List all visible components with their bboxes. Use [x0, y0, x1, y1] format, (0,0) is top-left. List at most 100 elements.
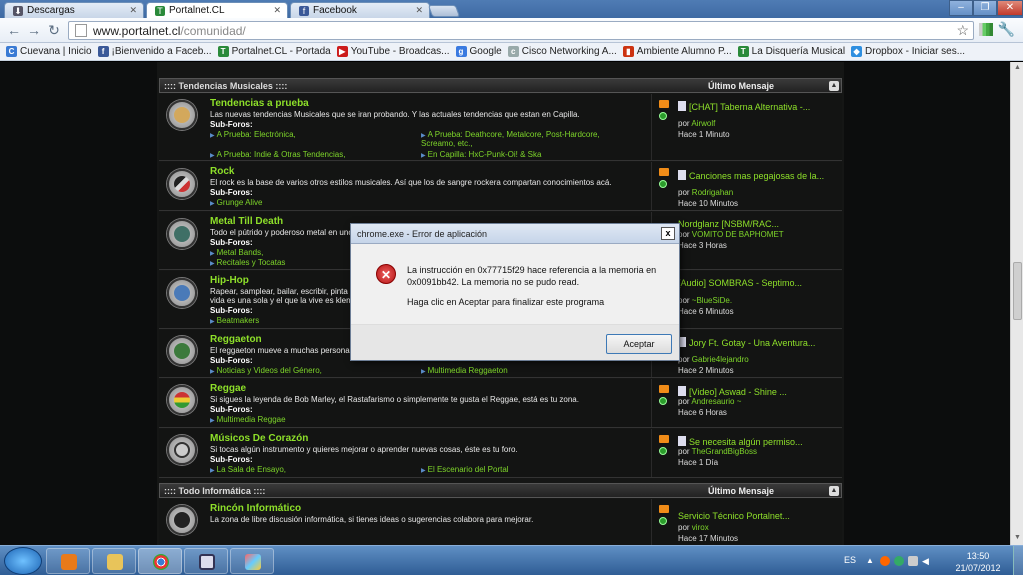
taskbar-paint[interactable] — [230, 548, 274, 574]
bookmark-item[interactable]: ▮ Ambiente Alumno P... — [622, 46, 732, 57]
subforum-link[interactable]: Noticias y Videos del Género, — [210, 366, 322, 375]
accept-button[interactable]: Aceptar — [606, 334, 672, 354]
bookmark-item[interactable]: T Portalnet.CL - Portada — [217, 46, 331, 57]
vertical-scrollbar[interactable]: ▲ ▼ — [1010, 62, 1023, 545]
close-tab-icon[interactable]: ✕ — [129, 5, 137, 16]
bookmark-star-icon[interactable]: ☆ — [956, 22, 969, 39]
new-tab-button[interactable] — [427, 5, 461, 17]
back-button[interactable]: ← — [6, 22, 22, 38]
bookmark-item[interactable]: g Google — [455, 46, 502, 57]
scrollbar-thumb[interactable] — [1013, 262, 1022, 320]
last-post-title[interactable]: [Audio] SOMBRAS - Septimo... — [678, 278, 802, 288]
subforum-link[interactable]: Multimedia Reggaeton — [421, 366, 508, 375]
document-icon — [678, 170, 686, 180]
show-hidden-icons[interactable]: ▲ — [866, 556, 876, 566]
author-link[interactable]: virox — [692, 523, 709, 532]
bookmark-item[interactable]: C Cuevana | Inicio — [6, 46, 92, 57]
rss-icon[interactable] — [659, 385, 669, 393]
subforum-link[interactable]: Multimedia Reggae — [210, 415, 286, 424]
author-link[interactable]: TheGrandBigBoss — [692, 447, 757, 456]
last-post-title[interactable]: [Video] Aswad - Shine ... — [678, 386, 787, 397]
rss-icon[interactable] — [659, 100, 669, 108]
author-link[interactable]: Gabrie4lejandro — [692, 355, 749, 364]
clock[interactable]: 13:50 21/07/2012 — [950, 550, 1006, 574]
maximize-button[interactable]: ❐ — [973, 0, 997, 16]
author-link[interactable]: Andresaurio ~ — [691, 397, 741, 406]
taskbar-window[interactable] — [184, 548, 228, 574]
author-link[interactable]: Airwolf — [691, 119, 715, 128]
subforum-link[interactable]: Beatmakers — [210, 316, 260, 325]
tab-portalnet[interactable]: T Portalnet.CL ✕ — [146, 2, 288, 18]
last-post-author: por VOMITO DE BAPHOMET — [678, 230, 784, 239]
bookmark-item[interactable]: ▶ YouTube - Broadcas... — [336, 46, 450, 57]
wrench-menu-icon[interactable]: 🔧 — [998, 21, 1015, 38]
subforum-link[interactable]: Metal Bands, — [210, 248, 264, 257]
subforum-link[interactable]: El Escenario del Portal — [421, 465, 509, 474]
subforum-link[interactable]: A Prueba: Deathcore, Metalcore, Post-Har… — [421, 130, 621, 148]
dialog-close-button[interactable]: x — [661, 227, 675, 240]
scroll-down-icon[interactable]: ▼ — [1014, 534, 1021, 541]
tab-facebook[interactable]: f Facebook ✕ — [290, 2, 430, 18]
dropbox-icon: ◆ — [851, 46, 863, 57]
bookmark-item[interactable]: c Cisco Networking A... — [507, 46, 617, 57]
taskbar-media-player[interactable] — [46, 548, 90, 574]
volume-icon[interactable]: ◀ — [922, 556, 932, 566]
collapse-icon[interactable]: ▲ — [829, 486, 839, 496]
rss-icon[interactable] — [659, 505, 669, 513]
bookmark-label: Google — [469, 46, 502, 57]
tab-descargas[interactable]: ⬇ Descargas ✕ — [4, 2, 144, 18]
last-post-time: Hace 1 Minuto — [678, 130, 730, 139]
author-link[interactable]: ~BlueSiDe. — [692, 296, 732, 305]
address-bar[interactable]: www.portalnet.cl/comunidad/ — [68, 21, 974, 40]
forum-title[interactable]: Reggaeton — [210, 334, 262, 345]
subforums-label: Sub-Foros: — [210, 356, 253, 365]
close-tab-icon[interactable]: ✕ — [273, 5, 281, 16]
network-icon[interactable] — [908, 556, 918, 566]
last-post-title[interactable]: Nordglanz [NSBM/RAC... — [678, 219, 779, 229]
forum-title[interactable]: Rock — [210, 166, 234, 177]
rss-icon[interactable] — [659, 435, 669, 443]
show-desktop-button[interactable] — [1013, 546, 1023, 575]
tray-app-icon[interactable] — [880, 556, 890, 566]
last-post-title[interactable]: Canciones mas pegajosas de la... — [678, 170, 824, 181]
column-divider — [651, 94, 652, 160]
start-button[interactable] — [4, 547, 42, 575]
extension-icon[interactable] — [979, 23, 993, 36]
collapse-icon[interactable]: ▲ — [829, 81, 839, 91]
forum-title[interactable]: Reggae — [210, 383, 246, 394]
scroll-up-icon[interactable]: ▲ — [1014, 64, 1021, 71]
subforum-link[interactable]: En Capilla: HxC-Punk-Oi! & Ska — [421, 150, 542, 159]
last-post-title[interactable]: [CHAT] Taberna Alternativa -... — [678, 101, 810, 112]
last-post-title[interactable]: Se necesita algún permiso... — [678, 436, 803, 447]
author-link[interactable]: Rodrigahan — [692, 188, 733, 197]
close-window-button[interactable]: ✕ — [997, 0, 1023, 16]
bookmark-item[interactable]: f ¡Bienvenido a Faceb... — [97, 46, 212, 57]
last-post-title[interactable]: Servicio Técnico Portalnet... — [678, 511, 790, 521]
subforum-link[interactable]: A Prueba: Indie & Otras Tendencias, — [210, 150, 346, 159]
forum-title[interactable]: Tendencias a prueba — [210, 98, 309, 109]
language-indicator[interactable]: ES — [844, 555, 856, 565]
read-status-icon — [659, 112, 667, 120]
rss-icon[interactable] — [659, 168, 669, 176]
subforum-link[interactable]: La Sala de Ensayo, — [210, 465, 286, 474]
bookmark-item[interactable]: ◆ Dropbox - Iniciar ses... — [851, 46, 965, 57]
taskbar-chrome[interactable] — [138, 548, 182, 574]
reload-button[interactable]: ↻ — [46, 22, 62, 38]
minimize-button[interactable]: – — [949, 0, 973, 16]
author-link[interactable]: VOMITO DE BAPHOMET — [692, 230, 784, 239]
forum-title[interactable]: Metal Till Death — [210, 216, 283, 227]
tray-app-icon[interactable] — [894, 556, 904, 566]
forum-title[interactable]: Hip-Hop — [210, 275, 249, 286]
forward-button[interactable]: → — [26, 22, 42, 38]
last-post-title[interactable]: Jory Ft. Gotay - Una Aventura... — [678, 337, 815, 348]
forum-description-line2: vida es una sola y el que la vive es kle… — [210, 296, 350, 305]
subforum-link[interactable]: A Prueba: Electrónica, — [210, 130, 296, 139]
forum-title[interactable]: Rincón Informático — [210, 503, 301, 514]
subforum-link[interactable]: Grunge Alive — [210, 198, 263, 207]
forum-title[interactable]: Músicos De Corazón — [210, 433, 308, 444]
subforum-link[interactable]: Recitales y Tocatas — [210, 258, 286, 267]
bookmark-item[interactable]: T La Disquería Musical — [737, 46, 845, 57]
taskbar-explorer[interactable] — [92, 548, 136, 574]
close-tab-icon[interactable]: ✕ — [415, 5, 423, 16]
media-player-icon — [61, 554, 77, 570]
